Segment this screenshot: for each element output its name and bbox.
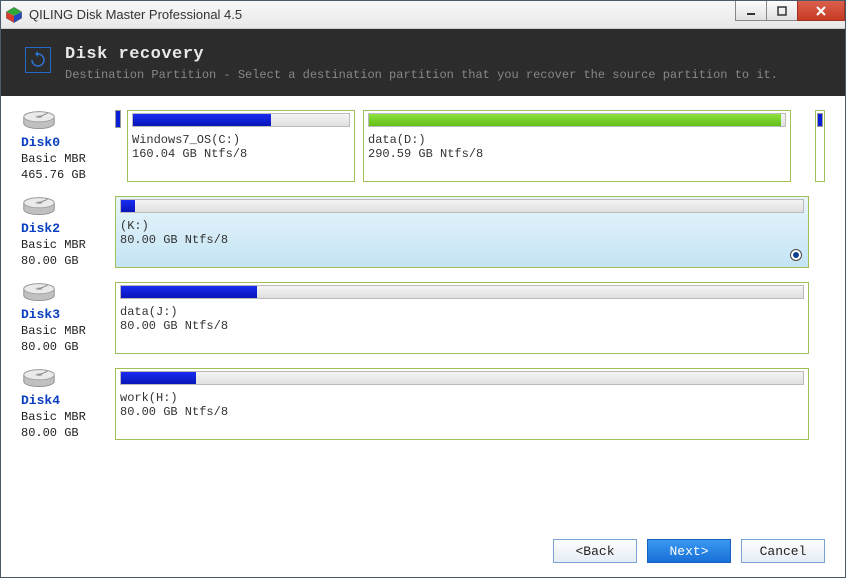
partition[interactable]: Windows7_OS(C:)160.04 GB Ntfs/8 — [127, 110, 355, 182]
partitions-area: work(H:)80.00 GB Ntfs/8 — [115, 368, 825, 440]
partition[interactable]: work(H:)80.00 GB Ntfs/8 — [115, 368, 809, 440]
disk-info: Disk0 Basic MBR 465.76 GB — [21, 110, 109, 182]
disk-name: Disk2 — [21, 221, 60, 236]
partitions-area: Windows7_OS(C:)160.04 GB Ntfs/8data(D:)2… — [127, 110, 809, 182]
minimize-button[interactable] — [735, 1, 767, 21]
partition-detail: 80.00 GB Ntfs/8 — [120, 319, 804, 333]
window-title: QILING Disk Master Professional 4.5 — [29, 7, 841, 22]
disk-icon — [21, 196, 57, 218]
page-subtitle: Destination Partition - Select a destina… — [65, 68, 778, 82]
page-header: Disk recovery Destination Partition - Se… — [1, 29, 845, 96]
partition-label: work(H:) — [120, 391, 804, 405]
partition[interactable]: data(D:)290.59 GB Ntfs/8 — [363, 110, 791, 182]
window-frame: QILING Disk Master Professional 4.5 Disk… — [0, 0, 846, 578]
selected-radio-icon — [790, 249, 802, 261]
trailing-partition-sliver[interactable] — [815, 110, 825, 182]
partition-detail: 160.04 GB Ntfs/8 — [132, 147, 350, 161]
disk-type: Basic MBR — [21, 238, 86, 252]
partition[interactable]: (K:)80.00 GB Ntfs/8 — [115, 196, 809, 268]
disk-icon — [21, 368, 57, 390]
disk-row: Disk0 Basic MBR 465.76 GB Windows7_OS(C:)16… — [21, 110, 825, 182]
button-bar: <Back Next> Cancel — [553, 539, 825, 563]
disk-size: 80.00 GB — [21, 340, 79, 354]
usage-bar — [120, 371, 804, 385]
partition[interactable]: data(J:)80.00 GB Ntfs/8 — [115, 282, 809, 354]
partitions-area: data(J:)80.00 GB Ntfs/8 — [115, 282, 825, 354]
maximize-button[interactable] — [766, 1, 798, 21]
partition-label: data(J:) — [120, 305, 804, 319]
disk-type: Basic MBR — [21, 410, 86, 424]
usage-bar — [120, 199, 804, 213]
partition-detail: 80.00 GB Ntfs/8 — [120, 405, 804, 419]
partitions-area: (K:)80.00 GB Ntfs/8 — [115, 196, 825, 268]
app-icon — [5, 6, 23, 24]
disk-row: Disk3 Basic MBR 80.00 GB data(J:)80.00 GB N… — [21, 282, 825, 354]
disk-icon — [21, 110, 57, 132]
usage-bar — [368, 113, 786, 127]
partition-detail: 290.59 GB Ntfs/8 — [368, 147, 786, 161]
partition-label: Windows7_OS(C:) — [132, 133, 350, 147]
disk-size: 80.00 GB — [21, 426, 79, 440]
page-title: Disk recovery — [65, 45, 778, 64]
window-controls — [736, 1, 845, 21]
partition-label: data(D:) — [368, 133, 786, 147]
titlebar[interactable]: QILING Disk Master Professional 4.5 — [1, 1, 845, 29]
lead-marker — [115, 110, 121, 182]
recovery-icon — [25, 47, 51, 73]
disk-name: Disk3 — [21, 307, 60, 322]
close-button[interactable] — [797, 1, 845, 21]
disk-info: Disk3 Basic MBR 80.00 GB — [21, 282, 109, 354]
disk-size: 80.00 GB — [21, 254, 79, 268]
cancel-button[interactable]: Cancel — [741, 539, 825, 563]
disk-type: Basic MBR — [21, 324, 86, 338]
disk-icon — [21, 282, 57, 304]
disk-row: Disk2 Basic MBR 80.00 GB (K:)80.00 GB Ntfs/… — [21, 196, 825, 268]
next-button[interactable]: Next> — [647, 539, 731, 563]
back-button[interactable]: <Back — [553, 539, 637, 563]
disk-type: Basic MBR — [21, 152, 86, 166]
disk-info: Disk2 Basic MBR 80.00 GB — [21, 196, 109, 268]
disk-row: Disk4 Basic MBR 80.00 GB work(H:)80.00 GB N… — [21, 368, 825, 440]
disk-list: Disk0 Basic MBR 465.76 GB Windows7_OS(C:)16… — [1, 96, 845, 468]
disk-size: 465.76 GB — [21, 168, 86, 182]
partition-detail: 80.00 GB Ntfs/8 — [120, 233, 804, 247]
disk-name: Disk4 — [21, 393, 60, 408]
usage-bar — [132, 113, 350, 127]
usage-bar — [120, 285, 804, 299]
disk-info: Disk4 Basic MBR 80.00 GB — [21, 368, 109, 440]
partition-label: (K:) — [120, 219, 804, 233]
disk-name: Disk0 — [21, 135, 60, 150]
